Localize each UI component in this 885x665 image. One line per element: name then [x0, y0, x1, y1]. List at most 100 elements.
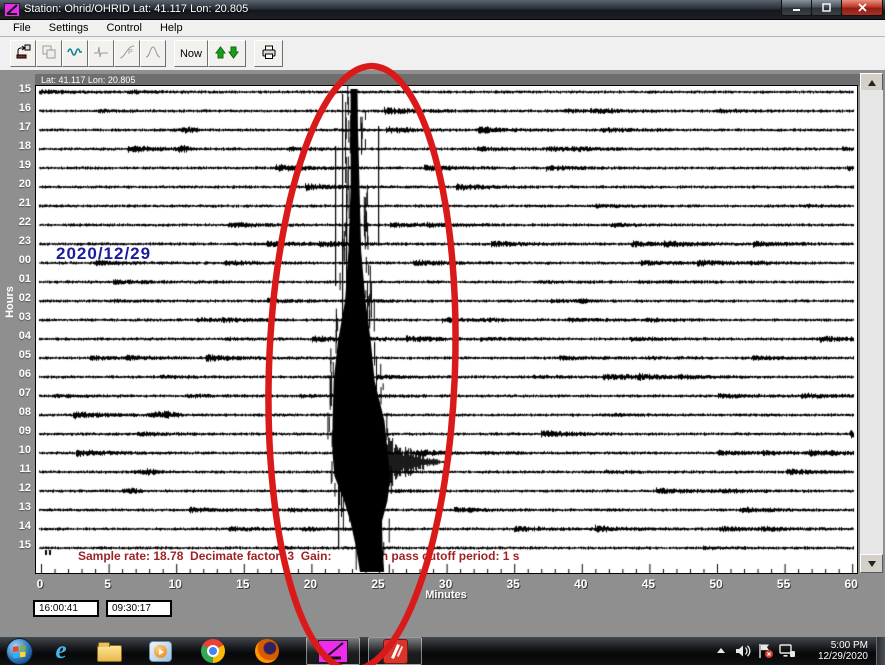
- minute-label-5: 5: [91, 577, 125, 591]
- bell-curve-icon: [145, 44, 161, 63]
- copy-icon: [41, 44, 57, 63]
- maximize-button[interactable]: [811, 0, 842, 16]
- hour-label-06-15: 06: [0, 368, 31, 380]
- internet-explorer-icon: e: [55, 639, 66, 663]
- menu-help[interactable]: Help: [151, 21, 192, 35]
- hour-label-05-14: 05: [0, 349, 31, 361]
- hour-label-09-18: 09: [0, 425, 31, 437]
- clock-time: 5:00 PM: [798, 640, 868, 651]
- seismograph-app-icon: [318, 640, 348, 663]
- filter-curve-icon: P: [119, 44, 135, 63]
- hour-label-14-23: 14: [0, 520, 31, 532]
- minute-label-15: 15: [226, 577, 260, 591]
- plot-scrollbar: [860, 73, 883, 573]
- hour-label-03-12: 03: [0, 311, 31, 323]
- hour-label-10-19: 10: [0, 444, 31, 456]
- minute-label-60: 60: [834, 577, 868, 591]
- show-desktop-button[interactable]: [876, 637, 885, 665]
- minimize-button[interactable]: [781, 0, 812, 16]
- up-down-arrows-icon: [213, 45, 241, 63]
- hour-label-20-5: 20: [0, 178, 31, 190]
- menu-bar: FileSettingsControlHelp: [0, 20, 885, 37]
- clock-date: 12/29/2020: [798, 651, 868, 662]
- hour-label-16-1: 16: [0, 102, 31, 114]
- menu-control[interactable]: Control: [97, 21, 150, 35]
- taskbar-item-file-explorer[interactable]: [84, 637, 134, 665]
- taskbar-item-firefox[interactable]: [240, 637, 294, 665]
- flag-alert-icon: [757, 643, 774, 659]
- windows-start-icon: [6, 638, 33, 665]
- taskbar-item-seismograph-app[interactable]: [306, 637, 360, 665]
- minute-label-10: 10: [158, 577, 192, 591]
- speaker-icon: [735, 644, 751, 658]
- waveform-button[interactable]: [62, 40, 88, 67]
- network-icon: [779, 644, 796, 658]
- hour-label-15-24: 15: [0, 539, 31, 551]
- taskbar-item-chrome[interactable]: [186, 637, 240, 665]
- toolbar: P Now: [0, 37, 885, 71]
- taskbar-item-media-player[interactable]: [134, 637, 186, 665]
- printer-icon: [261, 44, 277, 63]
- scrollbar-track[interactable]: [860, 90, 883, 556]
- minute-label-25: 25: [361, 577, 395, 591]
- time-field-start[interactable]: 16:00:41: [33, 600, 99, 617]
- action-center-button[interactable]: [754, 637, 776, 665]
- show-hidden-icons-button[interactable]: [710, 637, 732, 665]
- close-button[interactable]: [841, 0, 883, 16]
- network-button[interactable]: [776, 637, 798, 665]
- response-button[interactable]: [140, 40, 166, 67]
- scrollbar-down-button[interactable]: [860, 554, 883, 573]
- minute-label-40: 40: [564, 577, 598, 591]
- minute-label-55: 55: [767, 577, 801, 591]
- menu-file[interactable]: File: [4, 21, 40, 35]
- taskbar-clock[interactable]: 5:00 PM 12/29/2020: [798, 640, 876, 662]
- print-button[interactable]: [254, 40, 283, 67]
- svg-text:P: P: [128, 49, 133, 56]
- window-title: Station: Ohrid/OHRID Lat: 41.117 Lon: 20…: [24, 3, 248, 15]
- minute-label-45: 45: [631, 577, 665, 591]
- scroll-button[interactable]: [208, 40, 246, 67]
- up-arrow-icon: [868, 80, 876, 86]
- start-button[interactable]: [0, 637, 38, 665]
- time-field-cursor[interactable]: 09:30:17: [106, 600, 172, 617]
- taskbar-item-red-tool-app[interactable]: [368, 637, 422, 665]
- hour-label-01-10: 01: [0, 273, 31, 285]
- media-player-icon: [149, 641, 172, 662]
- now-button[interactable]: Now: [174, 40, 208, 67]
- hour-label-13-22: 13: [0, 501, 31, 513]
- hour-label-17-2: 17: [0, 121, 31, 133]
- minute-label-20: 20: [293, 577, 327, 591]
- hour-label-00-9: 00: [0, 254, 31, 266]
- minute-label-50: 50: [699, 577, 733, 591]
- trace-canvas[interactable]: [36, 86, 857, 573]
- chrome-icon: [201, 639, 225, 663]
- chevron-up-icon: [716, 647, 726, 655]
- app-icon: [4, 3, 20, 17]
- volume-button[interactable]: [732, 637, 754, 665]
- spike-button[interactable]: [88, 40, 114, 67]
- open-button[interactable]: [10, 40, 36, 67]
- firefox-icon: [255, 639, 279, 663]
- filter-button[interactable]: P: [114, 40, 140, 67]
- taskbar-item-internet-explorer[interactable]: e: [38, 637, 84, 665]
- hour-label-15-0: 15: [0, 83, 31, 95]
- hour-label-19-4: 19: [0, 159, 31, 171]
- open-icon: [15, 44, 31, 63]
- hour-label-04-13: 04: [0, 330, 31, 342]
- window-controls: [782, 0, 883, 16]
- minute-label-0: 0: [23, 577, 57, 591]
- taskbar: e: [0, 637, 885, 665]
- hour-label-23-8: 23: [0, 235, 31, 247]
- hour-label-02-11: 02: [0, 292, 31, 304]
- menu-settings[interactable]: Settings: [40, 21, 98, 35]
- minute-label-35: 35: [496, 577, 530, 591]
- hour-label-08-17: 08: [0, 406, 31, 418]
- copy-button[interactable]: [36, 40, 62, 67]
- hour-label-11-20: 11: [0, 463, 31, 475]
- hour-label-07-16: 07: [0, 387, 31, 399]
- seismogram-plot: 2020/12/29 Sample rate: 18.78 Decimate f…: [35, 85, 858, 574]
- hour-label-18-3: 18: [0, 140, 31, 152]
- hour-label-12-21: 12: [0, 482, 31, 494]
- x-axis-title: Minutes: [417, 589, 475, 601]
- folder-icon: [97, 645, 122, 662]
